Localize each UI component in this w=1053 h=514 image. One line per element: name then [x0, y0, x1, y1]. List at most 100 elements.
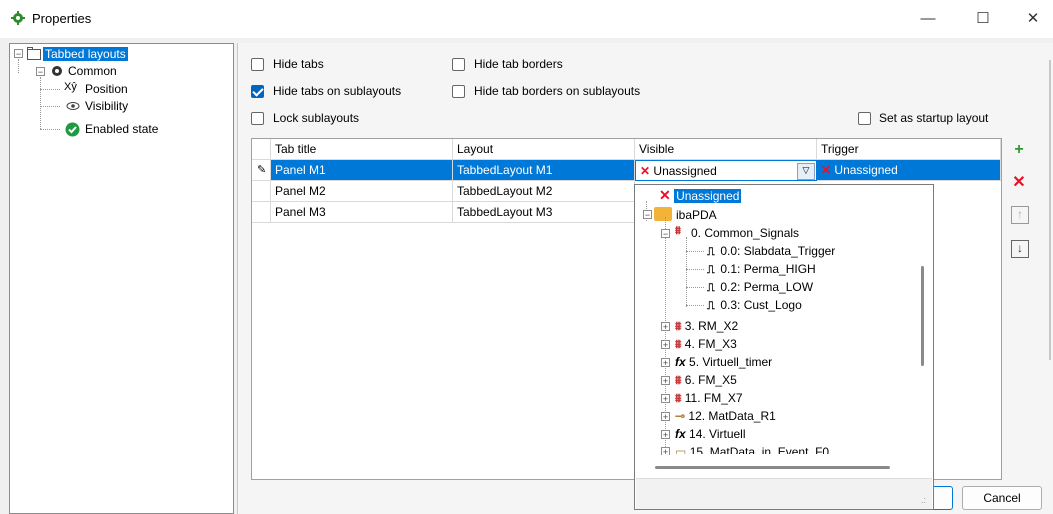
dropdown-item-module[interactable]: fx 5. Virtuell_timer: [675, 353, 772, 371]
visible-combobox[interactable]: ✕ Unassigned ▽: [635, 160, 817, 181]
red-x-icon: ✕: [821, 163, 832, 177]
cell-tab-title[interactable]: Panel M2: [271, 181, 453, 202]
navigation-tree: − Tabbed layouts − Common Xŷ Position Vi…: [9, 43, 234, 514]
red-x-icon: ✕: [659, 187, 671, 203]
cell-tab-title[interactable]: Panel M1: [271, 160, 453, 181]
dropdown-item-module[interactable]: fx 14. Virtuell: [675, 425, 746, 443]
xy-position-icon: Xŷ: [64, 81, 77, 93]
dropdown-item-module[interactable]: ⩩ 3. RM_X2: [675, 317, 738, 335]
dropdown-item-module[interactable]: ⩩ 6. FM_X5: [675, 371, 737, 389]
tree-item-position[interactable]: Position: [85, 81, 128, 97]
expand-icon[interactable]: +: [661, 322, 670, 332]
expand-icon[interactable]: +: [661, 340, 670, 350]
expand-icon[interactable]: +: [661, 394, 670, 404]
layout-icon: [27, 47, 41, 60]
column-header-trigger[interactable]: Trigger: [817, 139, 1001, 160]
pda-icon: [654, 207, 672, 221]
cell-trigger[interactable]: ✕ Unassigned: [817, 160, 1001, 181]
gear-icon: [52, 66, 62, 76]
add-button[interactable]: +: [1008, 139, 1030, 161]
dropdown-item-module[interactable]: ▭ 15. MatData_in_Event_F0: [675, 443, 829, 454]
cell-layout[interactable]: TabbedLayout M3: [453, 202, 635, 223]
tree-item-common[interactable]: Common: [68, 63, 117, 79]
module-icon: ⩩: [675, 319, 682, 333]
hide-tabs-checkbox[interactable]: [251, 58, 264, 71]
expand-icon[interactable]: +: [661, 412, 670, 422]
module-icon: ⩩: [675, 373, 682, 387]
tree-item-label: Enabled state: [85, 122, 159, 136]
module-icon: ⩩: [675, 391, 682, 405]
module-icon: ⩩: [675, 337, 682, 351]
matdata-icon: ⊸: [675, 409, 686, 423]
window-title: Properties: [32, 11, 92, 26]
column-header-tab-title[interactable]: Tab title: [271, 139, 453, 160]
tree-item-visibility[interactable]: Visibility: [85, 98, 128, 114]
hide-tab-borders-on-sublayouts-checkbox[interactable]: [452, 85, 465, 98]
maximize-button[interactable]: ☐: [960, 4, 1006, 34]
collapse-icon[interactable]: −: [14, 49, 23, 59]
delete-button[interactable]: ✕: [1008, 172, 1030, 194]
tree-item-label: Visibility: [85, 99, 129, 113]
dropdown-item-module[interactable]: ⊸ 12. MatData_R1: [675, 407, 776, 425]
minimize-button[interactable]: —: [905, 4, 951, 34]
expand-icon[interactable]: +: [661, 430, 670, 440]
cancel-button[interactable]: Cancel: [962, 486, 1042, 510]
chevron-down-icon[interactable]: ▽: [797, 163, 815, 180]
dropdown-item-module[interactable]: ⩩ 11. FM_X7: [675, 389, 743, 407]
digital-signal-icon: ⎍: [707, 282, 715, 294]
dropdown-item-common-signals[interactable]: 0. Common_Signals: [691, 224, 799, 242]
startup-layout-checkbox[interactable]: [858, 112, 871, 125]
column-header-layout[interactable]: Layout: [453, 139, 635, 160]
collapse-icon[interactable]: −: [661, 229, 670, 239]
expand-icon[interactable]: +: [661, 376, 670, 386]
title-bar: Properties — ☐ ✕: [0, 0, 1053, 38]
dropdown-item-module[interactable]: ⩩ 4. FM_X3: [675, 335, 737, 353]
dropdown-vertical-scrollbar[interactable]: [916, 188, 930, 456]
dropdown-item-signal[interactable]: ⎍ 0.2: Perma_LOW: [707, 278, 813, 296]
check-circle-icon: [65, 122, 80, 137]
expand-icon[interactable]: +: [661, 358, 670, 368]
digital-signal-icon: ⎍: [707, 246, 715, 258]
move-down-button[interactable]: ↓: [1011, 240, 1029, 258]
tree-item-label: Tabbed layouts: [43, 47, 128, 61]
hide-tabs-on-sublayouts-label: Hide tabs on sublayouts: [273, 84, 402, 98]
column-header-visible[interactable]: Visible: [635, 139, 817, 160]
collapse-icon[interactable]: −: [36, 67, 45, 77]
move-up-button[interactable]: ↑: [1011, 206, 1029, 224]
dropdown-item-signal[interactable]: ⎍ 0.0: Slabdata_Trigger: [707, 242, 835, 260]
tree-item-label: Position: [85, 82, 128, 96]
visible-value: Unassigned: [653, 164, 717, 178]
cell-tab-title[interactable]: Panel M3: [271, 202, 453, 223]
panel-scrollbar[interactable]: [1049, 60, 1051, 360]
close-button[interactable]: ✕: [1010, 4, 1053, 34]
red-x-icon: ✕: [640, 164, 651, 178]
dropdown-item-ibapda[interactable]: ibaPDA: [676, 206, 717, 224]
edit-row-icon: ✎: [252, 160, 271, 181]
module-icon: ⩩: [675, 225, 681, 237]
cell-layout[interactable]: TabbedLayout M2: [453, 181, 635, 202]
dropdown-item-signal[interactable]: ⎍ 0.3: Cust_Logo: [707, 296, 802, 314]
digital-signal-icon: ⎍: [707, 300, 715, 312]
dropdown-item-unassigned[interactable]: ✕ Unassigned: [659, 186, 742, 204]
tree-item-enabled-state[interactable]: Enabled state: [85, 121, 158, 137]
tree-item-label: Common: [68, 64, 117, 78]
hide-tab-borders-checkbox[interactable]: [452, 58, 465, 71]
startup-layout-label: Set as startup layout: [879, 111, 989, 125]
matdata-icon: ▭: [675, 445, 687, 454]
function-icon: fx: [675, 355, 686, 369]
trigger-value: Unassigned: [834, 163, 898, 177]
digital-signal-icon: ⎍: [707, 264, 715, 276]
gear-icon: [11, 11, 25, 25]
tree-item-tabbed-layouts[interactable]: Tabbed layouts: [43, 46, 128, 62]
dropdown-horizontal-scrollbar[interactable]: [655, 466, 890, 469]
hide-tab-borders-on-sublayouts-label: Hide tab borders on sublayouts: [474, 84, 641, 98]
dropdown-resize-grip[interactable]: .:: [636, 478, 932, 509]
dropdown-item-signal[interactable]: ⎍ 0.1: Perma_HIGH: [707, 260, 816, 278]
lock-sublayouts-checkbox[interactable]: [251, 112, 264, 125]
collapse-icon[interactable]: −: [643, 210, 652, 220]
hide-tab-borders-label: Hide tab borders: [474, 57, 563, 71]
cell-layout[interactable]: TabbedLayout M1: [453, 160, 635, 181]
hide-tabs-label: Hide tabs: [273, 57, 324, 71]
function-icon: fx: [675, 427, 686, 441]
hide-tabs-on-sublayouts-checkbox[interactable]: [251, 85, 264, 98]
